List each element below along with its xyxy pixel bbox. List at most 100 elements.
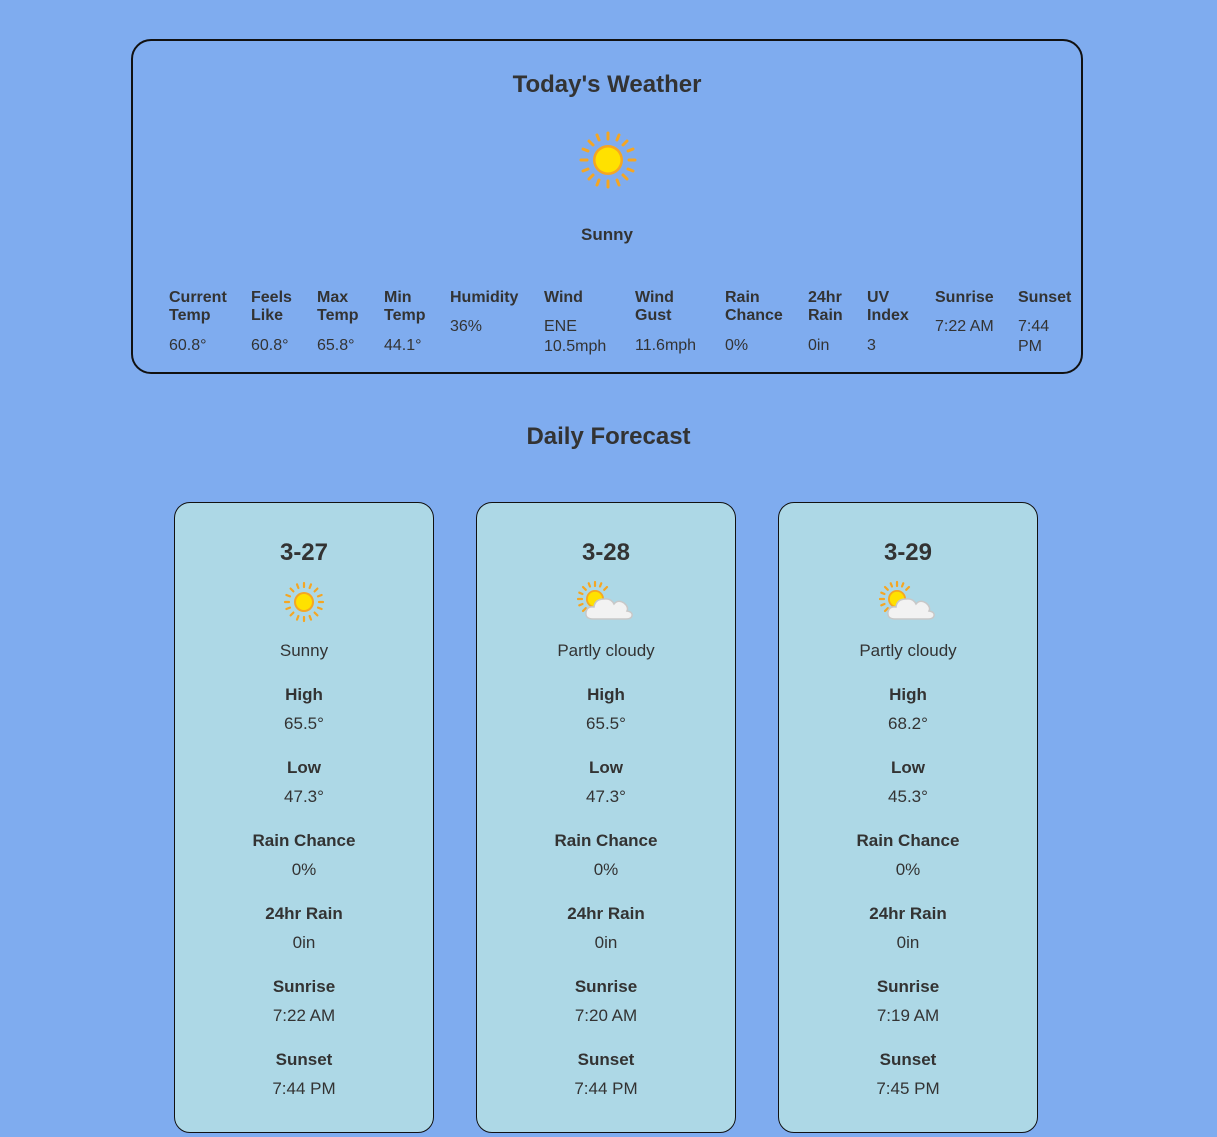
forecast-stat-value: 45.3°	[888, 787, 928, 806]
forecast-sunset: Sunset 7:44 PM	[477, 1050, 735, 1099]
forecast-stat-label: High	[285, 685, 323, 704]
stat-label: Rain Chance	[725, 289, 783, 324]
todays-weather-panel: Today's Weather Sunny Current Temp 60.8°	[131, 39, 1083, 374]
forecast-rain-chance: Rain Chance 0%	[779, 831, 1037, 880]
stat-value: 7:22 AM	[935, 318, 994, 335]
stat-label: 24hr Rain	[808, 289, 843, 324]
forecast-stat-value: 47.3°	[284, 787, 324, 806]
forecast-stat-label: Low	[287, 758, 321, 777]
forecast-condition: Partly cloudy	[859, 641, 957, 660]
forecast-stat-label: Sunset	[879, 1050, 937, 1069]
forecast-stat-value: 0in	[594, 933, 618, 952]
stat-label: Max Temp	[317, 289, 359, 324]
stat-value: 7:44 PM	[1018, 318, 1050, 355]
sun-icon	[283, 581, 325, 623]
todays-weather-title: Today's Weather	[512, 71, 702, 98]
forecast-date: 3-29	[883, 539, 933, 566]
partly-cloudy-icon	[879, 580, 935, 620]
forecast-rain-chance: Rain Chance 0%	[477, 831, 735, 880]
forecast-stat-value: 68.2°	[888, 714, 928, 733]
forecast-date: 3-28	[581, 539, 631, 566]
stat-label: Sunrise	[935, 289, 994, 306]
stat-current-temp: Current Temp 60.8°	[169, 289, 241, 356]
today-condition: Sunny	[581, 225, 633, 244]
stat-wind: Wind ENE 10.5mph	[544, 289, 616, 357]
stat-label: Feels Like	[251, 289, 292, 324]
stat-value: 44.1°	[384, 337, 422, 354]
forecast-card: 3-28 Partly cloudy High 65.5° Low 47.3°	[476, 502, 736, 1133]
forecast-stat-label: 24hr Rain	[265, 904, 343, 923]
forecast-date: 3-27	[279, 539, 329, 566]
forecast-high: High 65.5°	[175, 685, 433, 734]
stat-label: Humidity	[450, 289, 519, 306]
stat-feels-like: Feels Like 60.8°	[251, 289, 301, 356]
forecast-stat-label: Rain Chance	[856, 831, 960, 850]
forecast-stat-value: 0%	[593, 860, 619, 879]
forecast-stat-label: 24hr Rain	[567, 904, 645, 923]
forecast-card: 3-29 Partly cloudy High 68.2° Low 45.3°	[778, 502, 1038, 1133]
forecast-sunrise: Sunrise 7:19 AM	[779, 977, 1037, 1026]
forecast-stat-label: Rain Chance	[554, 831, 658, 850]
stat-value: 60.8°	[169, 337, 207, 354]
forecast-stat-label: Rain Chance	[252, 831, 356, 850]
stat-label: Min Temp	[384, 289, 426, 324]
forecast-stat-value: 65.5°	[284, 714, 324, 733]
forecast-stat-label: Sunrise	[574, 977, 638, 996]
stat-value: 3	[867, 337, 876, 354]
stat-label: Sunset	[1018, 289, 1072, 306]
stat-24hr-rain: 24hr Rain 0in	[808, 289, 848, 356]
forecast-stat-value: 7:19 AM	[876, 1006, 940, 1025]
forecast-stat-label: Sunset	[577, 1050, 635, 1069]
forecast-stat-value: 0in	[292, 933, 316, 952]
stat-rain-chance: Rain Chance 0%	[725, 289, 789, 356]
forecast-stat-label: Low	[589, 758, 623, 777]
stat-humidity: Humidity 36%	[450, 289, 530, 337]
forecast-stat-value: 7:22 AM	[272, 1006, 336, 1025]
forecast-24hr-rain: 24hr Rain 0in	[779, 904, 1037, 953]
forecast-stat-value: 7:45 PM	[876, 1079, 940, 1098]
stat-label: Wind Gust	[635, 289, 674, 324]
forecast-low: Low 45.3°	[779, 758, 1037, 807]
stat-max-temp: Max Temp 65.8°	[317, 289, 367, 356]
forecast-stat-value: 7:20 AM	[574, 1006, 638, 1025]
forecast-stat-label: Sunrise	[876, 977, 940, 996]
forecast-sunset: Sunset 7:45 PM	[779, 1050, 1037, 1099]
forecast-sunset: Sunset 7:44 PM	[175, 1050, 433, 1099]
stat-value: 65.8°	[317, 337, 355, 354]
partly-cloudy-icon	[577, 580, 633, 620]
forecast-condition: Sunny	[279, 641, 329, 660]
forecast-stat-label: Sunrise	[272, 977, 336, 996]
stat-value: 0in	[808, 337, 830, 354]
stat-label: Wind	[544, 289, 583, 306]
forecast-stat-value: 0%	[291, 860, 317, 879]
stat-uv-index: UV Index 3	[867, 289, 913, 356]
stat-min-temp: Min Temp 44.1°	[384, 289, 434, 356]
forecast-stat-value: 65.5°	[586, 714, 626, 733]
stat-sunset: Sunset 7:44 PM	[1018, 289, 1076, 357]
forecast-low: Low 47.3°	[477, 758, 735, 807]
forecast-stat-label: High	[587, 685, 625, 704]
forecast-high: High 68.2°	[779, 685, 1037, 734]
forecast-card: 3-27 Sunny High 65.5° Low 47.3° Rain Cha…	[174, 502, 434, 1133]
stat-label: UV Index	[867, 289, 909, 324]
stat-wind-gust: Wind Gust 11.6mph	[635, 289, 707, 356]
forecast-sunrise: Sunrise 7:20 AM	[477, 977, 735, 1026]
forecast-rain-chance: Rain Chance 0%	[175, 831, 433, 880]
forecast-sunrise: Sunrise 7:22 AM	[175, 977, 433, 1026]
forecast-stat-label: High	[889, 685, 927, 704]
forecast-low: Low 47.3°	[175, 758, 433, 807]
forecast-stat-label: 24hr Rain	[869, 904, 947, 923]
stat-value: 36%	[450, 318, 483, 335]
forecast-condition: Partly cloudy	[557, 641, 655, 660]
forecast-24hr-rain: 24hr Rain 0in	[175, 904, 433, 953]
stat-label: Current Temp	[169, 289, 227, 324]
forecast-24hr-rain: 24hr Rain 0in	[477, 904, 735, 953]
forecast-stat-label: Sunset	[275, 1050, 333, 1069]
stat-value: 0%	[725, 337, 749, 354]
stat-value: 60.8°	[251, 337, 289, 354]
forecast-stat-value: 0%	[895, 860, 921, 879]
forecast-stat-value: 0in	[896, 933, 920, 952]
forecast-stat-value: 7:44 PM	[574, 1079, 638, 1098]
forecast-stat-value: 7:44 PM	[272, 1079, 336, 1098]
forecast-high: High 65.5°	[477, 685, 735, 734]
